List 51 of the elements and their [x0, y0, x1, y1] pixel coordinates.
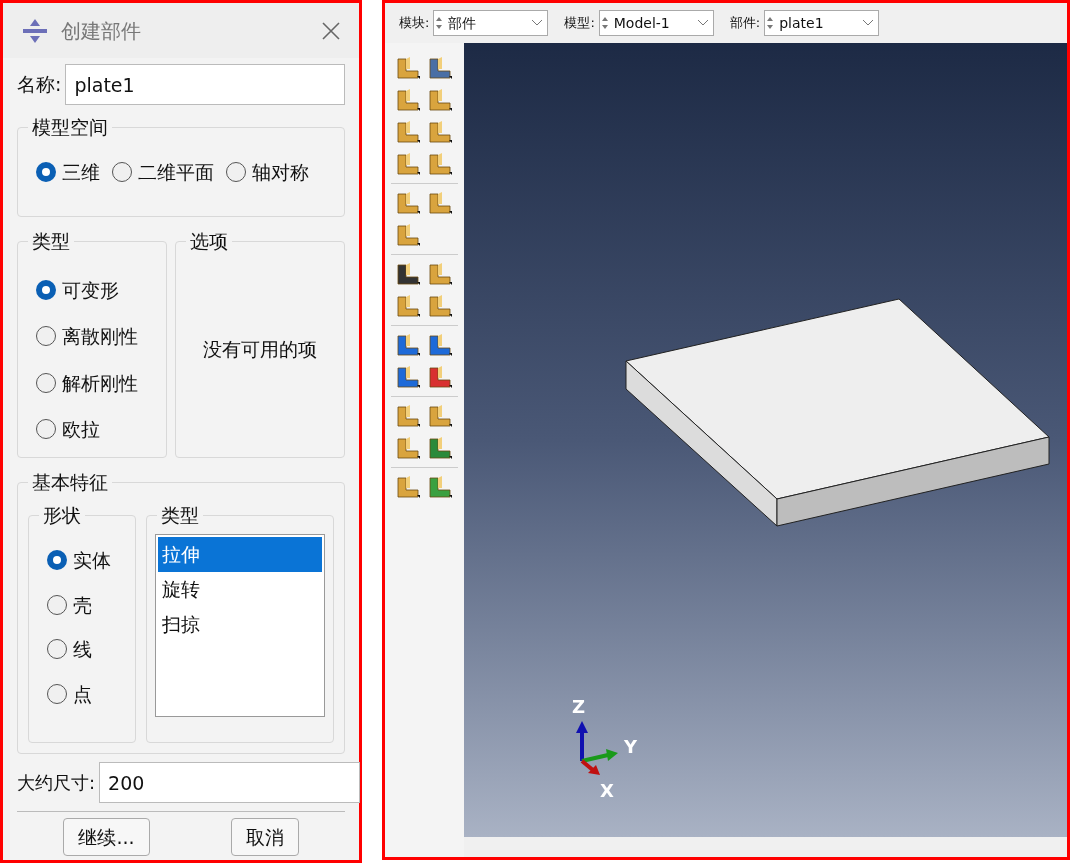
radio-label: 可变形 [62, 277, 119, 303]
close-icon[interactable] [321, 20, 341, 41]
radio-label: 壳 [73, 592, 92, 618]
radio-label: 线 [73, 637, 92, 662]
selector-dropdown[interactable]: 部件 [433, 10, 549, 36]
radio-button[interactable] [47, 594, 67, 615]
dialog-button[interactable]: 继续... [63, 818, 150, 856]
chevron-down-icon [531, 19, 544, 27]
radio-label: 点 [73, 681, 92, 707]
list-item[interactable]: 扫掠 [158, 607, 322, 642]
name-field[interactable]: plate1 [65, 64, 345, 105]
chevron-down-icon [696, 19, 709, 27]
radio-button[interactable] [47, 683, 67, 704]
radio-button[interactable] [47, 550, 67, 571]
radio-button[interactable] [112, 162, 132, 182]
radio-button[interactable] [36, 372, 56, 393]
chevron-down-icon [862, 19, 875, 27]
radio-label: 轴对称 [252, 159, 309, 185]
app-logo-icon [21, 17, 49, 44]
list-item[interactable]: 拉伸 [158, 537, 322, 572]
radio-label: 二维平面 [138, 159, 214, 185]
radio-button[interactable] [36, 419, 56, 440]
axis-label: Z [572, 695, 586, 719]
spin-icon [765, 16, 776, 30]
axis-label: X [600, 779, 614, 803]
radio-button[interactable] [36, 279, 56, 300]
selector-label: 部件: [729, 14, 761, 33]
radio-label: 三维 [62, 159, 100, 185]
radio-label: 离散刚性 [62, 324, 138, 349]
selector-label: 模块: [399, 14, 430, 33]
selector-dropdown[interactable]: plate1 [764, 10, 880, 36]
radio-button[interactable] [36, 326, 56, 347]
size-label: 大约尺寸: [17, 771, 96, 795]
size-field[interactable]: 200 [99, 762, 361, 803]
l-block-icon[interactable] [395, 55, 421, 81]
spin-icon [599, 16, 610, 30]
list-item[interactable]: 旋转 [158, 572, 322, 607]
selector-dropdown[interactable]: Model-1 [598, 10, 714, 36]
dialog-button[interactable]: 取消 [230, 818, 299, 856]
spin-icon [434, 16, 445, 30]
empty-message: 没有可用的项 [203, 337, 317, 363]
name-label: 名称: [17, 72, 62, 98]
radio-button[interactable] [36, 162, 56, 182]
window-title: 创建部件 [61, 17, 142, 45]
radio-button[interactable] [47, 639, 67, 660]
radio-button[interactable] [226, 162, 246, 182]
selector-label: 模型: [564, 14, 595, 33]
axis-label: Y [624, 735, 638, 759]
radio-label: 实体 [73, 548, 111, 573]
radio-label: 欧拉 [62, 417, 100, 442]
radio-label: 解析刚性 [62, 370, 138, 396]
